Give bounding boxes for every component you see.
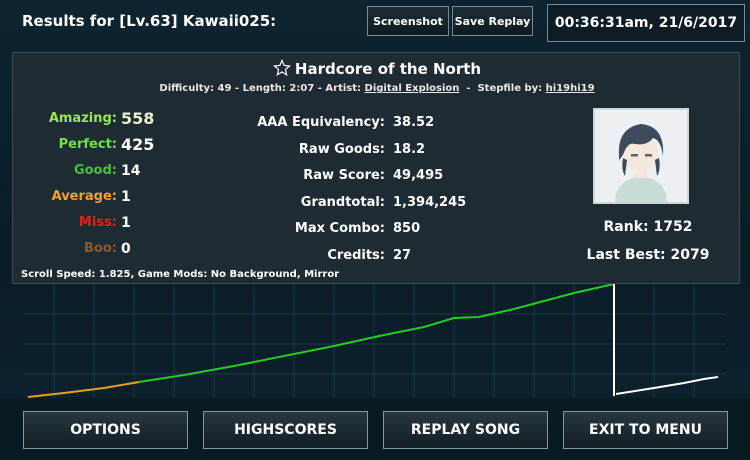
game-mods: Scroll Speed: 1.825, Game Mods: No Backg… xyxy=(21,269,340,280)
graph-line-green xyxy=(138,284,615,383)
graph-line-white xyxy=(615,376,719,395)
judgement-label: Average: xyxy=(51,189,117,204)
judgement-label: Perfect: xyxy=(58,137,117,152)
stat-label: Credits: xyxy=(327,247,385,263)
graph-gridlines xyxy=(24,284,726,398)
save-replay-button[interactable]: Save Replay xyxy=(452,6,533,36)
results-panel: Hardcore of the North Difficulty: 49 - L… xyxy=(12,52,740,284)
avatar xyxy=(593,108,689,204)
judgement-value: 0 xyxy=(121,241,131,257)
stat-label: Raw Goods: xyxy=(298,141,385,157)
judgement-value: 14 xyxy=(121,163,141,179)
stat-value: 18.2 xyxy=(393,141,426,157)
song-title-row: Hardcore of the North xyxy=(13,59,741,78)
stat-label: Raw Score: xyxy=(303,168,385,183)
stat-label: Grandtotal: xyxy=(300,194,385,210)
graph-line-orange xyxy=(27,381,140,398)
stepfile-label: Stepfile by: xyxy=(477,83,543,94)
stat-value: 49,495 xyxy=(393,168,444,183)
stat-value: 1,394,245 xyxy=(393,194,467,210)
exit-to-menu-button[interactable]: EXIT TO MENU xyxy=(563,411,728,449)
difficulty-value: 49 xyxy=(217,83,232,94)
stat-label: AAA Equivalency: xyxy=(257,115,385,130)
judgement-value: 425 xyxy=(121,135,155,154)
stat-value: 850 xyxy=(393,221,421,236)
timestamp: 00:36:31am, 21/6/2017 xyxy=(547,4,745,42)
results-title: Results for [Lv.63] Kawaii025: xyxy=(22,12,277,30)
stepfile-author-link[interactable]: hi19hi19 xyxy=(546,83,595,94)
judgement-value: 1 xyxy=(121,215,131,231)
highscores-button[interactable]: HIGHSCORES xyxy=(203,411,368,449)
stat-label: Max Combo: xyxy=(294,221,385,236)
judgement-value: 558 xyxy=(121,109,155,128)
top-bar: Results for [Lv.63] Kawaii025: Screensho… xyxy=(0,0,750,48)
song-info: Difficulty: 49 - Length: 2:07 - Artist: … xyxy=(159,83,595,94)
judgement-label: Boo: xyxy=(84,241,117,256)
last-best: Last Best: 2079 xyxy=(586,247,710,263)
song-title: Hardcore of the North xyxy=(294,60,482,78)
stat-value: 38.52 xyxy=(393,115,435,130)
artist-label: Artist: xyxy=(325,83,362,94)
length-value: 2:07 xyxy=(289,83,315,94)
judgement-label: Good: xyxy=(73,163,117,178)
performance-graph xyxy=(24,284,726,398)
stat-value: 27 xyxy=(393,247,412,263)
judgement-value: 1 xyxy=(121,189,131,205)
player-rank: Rank: 1752 xyxy=(603,219,693,235)
options-button[interactable]: OPTIONS xyxy=(23,411,188,449)
judgement-label: Amazing: xyxy=(48,111,117,126)
judgement-label: Miss: xyxy=(78,215,117,230)
length-label: Length: xyxy=(242,83,286,94)
artist-link[interactable]: Digital Explosion xyxy=(365,83,460,94)
screenshot-button[interactable]: Screenshot xyxy=(367,6,449,36)
star-outline-icon[interactable] xyxy=(272,59,291,77)
replay-song-button[interactable]: REPLAY SONG xyxy=(383,411,548,449)
difficulty-label: Difficulty: xyxy=(159,83,215,94)
